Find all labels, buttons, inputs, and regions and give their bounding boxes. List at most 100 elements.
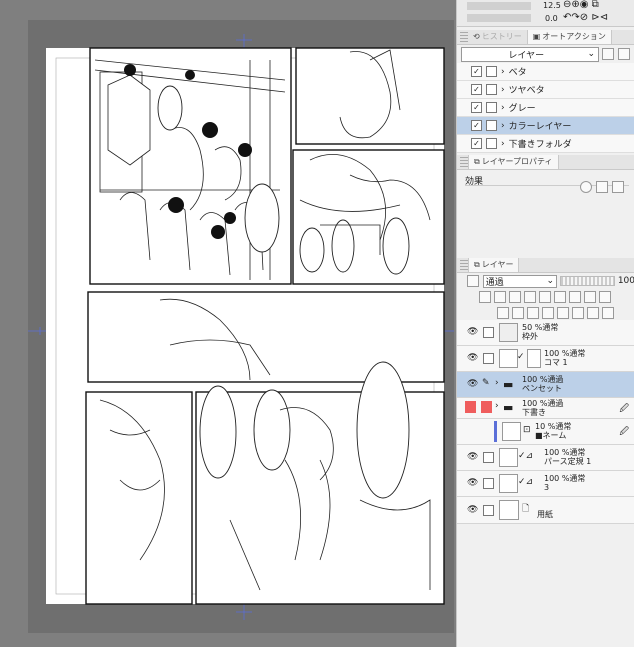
new-folder-icon[interactable] [527, 307, 539, 319]
chevron-right-icon[interactable]: › [501, 103, 505, 113]
auto-action-item[interactable]: ✓ › 下書きフォルダ [457, 135, 634, 153]
canvas-area[interactable] [0, 0, 456, 647]
manga-page-canvas[interactable] [0, 0, 456, 647]
effect-border-icon[interactable] [580, 181, 592, 193]
opacity-slider[interactable] [560, 276, 615, 286]
auto-action-item[interactable]: ✓ › ベタ [457, 63, 634, 81]
layer-color-icon[interactable] [467, 275, 479, 287]
chevron-right-icon[interactable]: › [501, 121, 505, 131]
auto-action-item[interactable]: ✓ › ツヤベタ [457, 81, 634, 99]
ruler-icon[interactable] [569, 291, 581, 303]
layer-opacity-mode: 50 %通常 [522, 323, 559, 332]
pen-icon[interactable]: ✎ [482, 378, 490, 388]
trash-icon[interactable] [602, 307, 614, 319]
chevron-right-icon[interactable]: › [501, 67, 505, 77]
layer-row[interactable]: 👁 ✓⊿ 100 %通常 3 [457, 471, 634, 497]
layer-row[interactable]: › ▬ 100 %通過 下書き 🖉 [457, 398, 634, 419]
dialog-toggle[interactable] [486, 84, 497, 95]
auto-action-label: 下書きフォルダ [508, 140, 572, 150]
layer-row-selected[interactable]: 👁 ✎ › ▬ 100 %通過 ペンセット [457, 372, 634, 398]
palette-icon[interactable] [599, 291, 611, 303]
chevron-down-icon: ⌄ [546, 276, 555, 286]
layer-row[interactable]: 👁 🗋 用紙 [457, 497, 634, 524]
opacity-value: 100 [617, 276, 634, 286]
auto-action-set-label: レイヤー [508, 50, 545, 61]
check-icon[interactable]: ✓ [471, 120, 482, 131]
tab-auto-action[interactable]: ▣ オートアクション [526, 30, 612, 44]
dialog-toggle[interactable] [486, 66, 497, 77]
check-icon[interactable]: ✓ [471, 66, 482, 77]
new-vector-icon[interactable] [512, 307, 524, 319]
chevron-right-icon[interactable]: › [501, 139, 505, 149]
dialog-toggle[interactable] [486, 138, 497, 149]
eye-icon[interactable]: 👁 [467, 327, 478, 337]
auto-action-set-select[interactable]: レイヤー ⌄ [461, 46, 599, 62]
lock-icon[interactable] [524, 291, 536, 303]
effect-color-icon[interactable] [612, 181, 624, 193]
rotate-controls-icon[interactable]: ↶↷⊘ ⊳⊲ [563, 13, 608, 23]
layer-row[interactable]: 👁 ✓⊿ 100 %通常 パース定規 1 [457, 445, 634, 471]
blend-mode-select[interactable]: 通過 ⌄ [482, 274, 558, 288]
apply-mask-icon[interactable] [587, 307, 599, 319]
layer-name: 下書き [522, 408, 546, 417]
eye-icon[interactable]: 👁 [467, 379, 478, 389]
tab-layer-property[interactable]: ⧉ レイヤープロパティ [468, 155, 559, 169]
draft-lock-icon[interactable] [481, 401, 492, 413]
layer-lock-toggle[interactable] [483, 353, 494, 364]
layer-row[interactable]: 👁 50 %通常 枠外 [457, 320, 634, 346]
layer-thumbnail [499, 448, 518, 467]
layer-name: 枠外 [522, 332, 538, 341]
auto-action-panel: ⟲ ヒストリー ▣ オートアクション レイヤー ⌄ ✓ › ベタ ✓ › ツヤベタ ✓ › グレ… [457, 30, 634, 169]
layer-row[interactable]: 👁 ✓ 100 %通常 コマ 1 [457, 346, 634, 372]
layer-opacity-mode: 100 %通常 [544, 448, 586, 457]
effect-tone-icon[interactable] [596, 181, 608, 193]
zoom-controls-icon[interactable]: ⊖⊕◉ ⧉ [563, 0, 599, 10]
auto-action-item-selected[interactable]: ✓ › カラーレイヤー [457, 117, 634, 135]
layer-lock-toggle[interactable] [483, 452, 494, 463]
right-sidebar: 12.5 0.0 ⊖⊕◉ ⧉ ↶↷⊘ ⊳⊲ ⟲ ヒストリー ▣ オートアクション レ… [456, 0, 634, 647]
eye-icon[interactable]: 👁 [467, 505, 478, 515]
layer-lock-toggle[interactable] [483, 478, 494, 489]
draft-eye-icon[interactable] [465, 401, 476, 413]
layer-thumbnail [499, 323, 518, 342]
draft-icon[interactable] [509, 291, 521, 303]
mask-icon[interactable] [554, 291, 566, 303]
layer-lock-toggle[interactable] [483, 505, 494, 516]
eye-icon[interactable]: 👁 [467, 353, 478, 363]
color-icon[interactable] [584, 291, 596, 303]
auto-action-label: グレー [508, 104, 536, 114]
navigator-bar-1[interactable] [467, 2, 531, 10]
check-icon[interactable]: ✓ [471, 84, 482, 95]
auto-action-item[interactable]: ✓ › グレー [457, 99, 634, 117]
eye-icon[interactable]: 👁 [467, 452, 478, 462]
layer-lock-toggle[interactable] [483, 327, 494, 338]
dialog-toggle[interactable] [486, 102, 497, 113]
merge-icon[interactable] [557, 307, 569, 319]
new-mask-icon[interactable] [572, 307, 584, 319]
layer-name: 用紙 [537, 510, 553, 519]
chevron-right-icon[interactable]: › [501, 85, 505, 95]
auto-action-menu-icon[interactable] [602, 48, 614, 60]
layer-row[interactable]: ⊡ 10 %通常 ■ネーム 🖉 [457, 419, 634, 445]
draft-layer-icon: 🖉 [619, 427, 629, 437]
chevron-right-icon[interactable]: › [495, 378, 499, 388]
clip-icon[interactable] [479, 291, 491, 303]
chevron-right-icon[interactable]: › [495, 401, 499, 411]
check-icon[interactable]: ✓ [471, 102, 482, 113]
tab-history[interactable]: ⟲ ヒストリー [468, 30, 527, 44]
new-raster-icon[interactable] [497, 307, 509, 319]
layer-thumbnail [502, 422, 521, 441]
layer-name: パース定規 1 [544, 457, 592, 466]
auto-action-save-icon[interactable] [618, 48, 630, 60]
tab-layer[interactable]: ⧉ レイヤー [468, 258, 520, 272]
paper-icon: 🗋 [522, 504, 530, 514]
reference-icon[interactable] [494, 291, 506, 303]
perspective-ruler-icon: ✓⊿ [518, 451, 534, 461]
transfer-icon[interactable] [542, 307, 554, 319]
navigator-bar-2[interactable] [467, 14, 531, 22]
eye-icon[interactable]: 👁 [467, 478, 478, 488]
auto-action-label: カラーレイヤー [508, 122, 572, 132]
check-icon[interactable]: ✓ [471, 138, 482, 149]
dialog-toggle[interactable] [486, 120, 497, 131]
lock-alpha-icon[interactable] [539, 291, 551, 303]
